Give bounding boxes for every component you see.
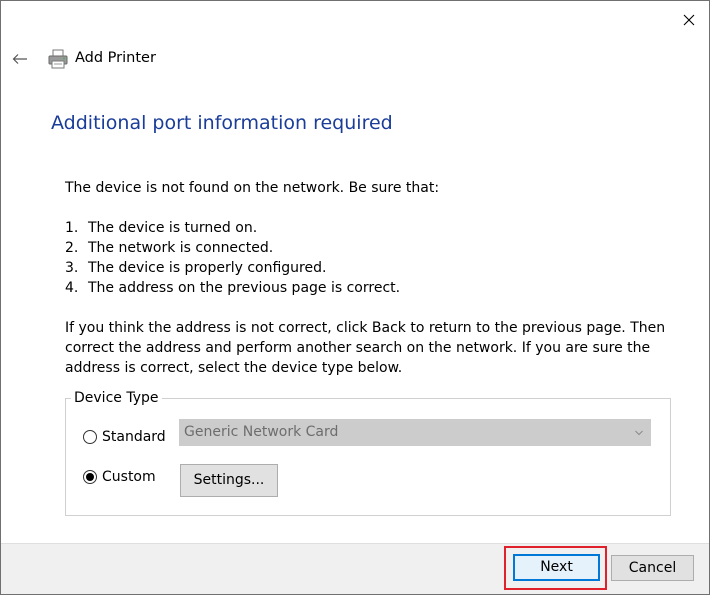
radio-selected-dot (86, 473, 94, 481)
intro-text: The device is not found on the network. … (65, 180, 440, 196)
device-type-legend: Device Type (71, 389, 162, 407)
add-printer-dialog: Add Printer Additional port information … (0, 0, 710, 595)
checklist-item: 1. The device is turned on. (65, 218, 400, 238)
checklist-number: 1. (65, 220, 79, 236)
custom-radio-button[interactable] (83, 470, 97, 484)
checklist-text: The address on the previous page is corr… (88, 280, 401, 296)
back-button[interactable] (9, 47, 31, 71)
checklist-text: The device is turned on. (88, 220, 258, 236)
checklist-text: The device is properly configured. (88, 260, 327, 276)
standard-device-select: Generic Network Card (179, 419, 651, 446)
checklist: 1. The device is turned on. 2. The network… (65, 218, 400, 298)
checklist-item: 4. The address on the previous page is co… (65, 278, 400, 298)
checklist-item: 3. The device is properly configured. (65, 258, 400, 278)
next-button[interactable]: Next (513, 554, 600, 581)
page-heading: Additional port information required (51, 112, 393, 134)
back-arrow-icon (12, 54, 27, 64)
device-type-groupbox (65, 398, 671, 516)
checklist-number: 4. (65, 280, 79, 296)
cancel-button[interactable]: Cancel (611, 555, 694, 581)
standard-radio-label: Standard (102, 429, 166, 445)
standard-radio-option[interactable]: Standard (83, 429, 166, 445)
advice-text: If you think the address is not correct,… (65, 320, 666, 376)
custom-radio-option[interactable]: Custom (83, 469, 156, 485)
close-button[interactable] (675, 7, 703, 33)
standard-radio-button[interactable] (83, 430, 97, 444)
window-title: Add Printer (75, 50, 156, 66)
chevron-down-icon (635, 430, 643, 436)
checklist-number: 2. (65, 240, 79, 256)
settings-button[interactable]: Settings... (180, 464, 278, 497)
checklist-text: The network is connected. (88, 240, 274, 256)
close-icon (683, 14, 695, 26)
standard-device-select-value: Generic Network Card (184, 424, 339, 440)
checklist-number: 3. (65, 260, 79, 276)
custom-radio-label: Custom (102, 469, 156, 485)
checklist-item: 2. The network is connected. (65, 238, 400, 258)
printer-icon (48, 49, 68, 69)
